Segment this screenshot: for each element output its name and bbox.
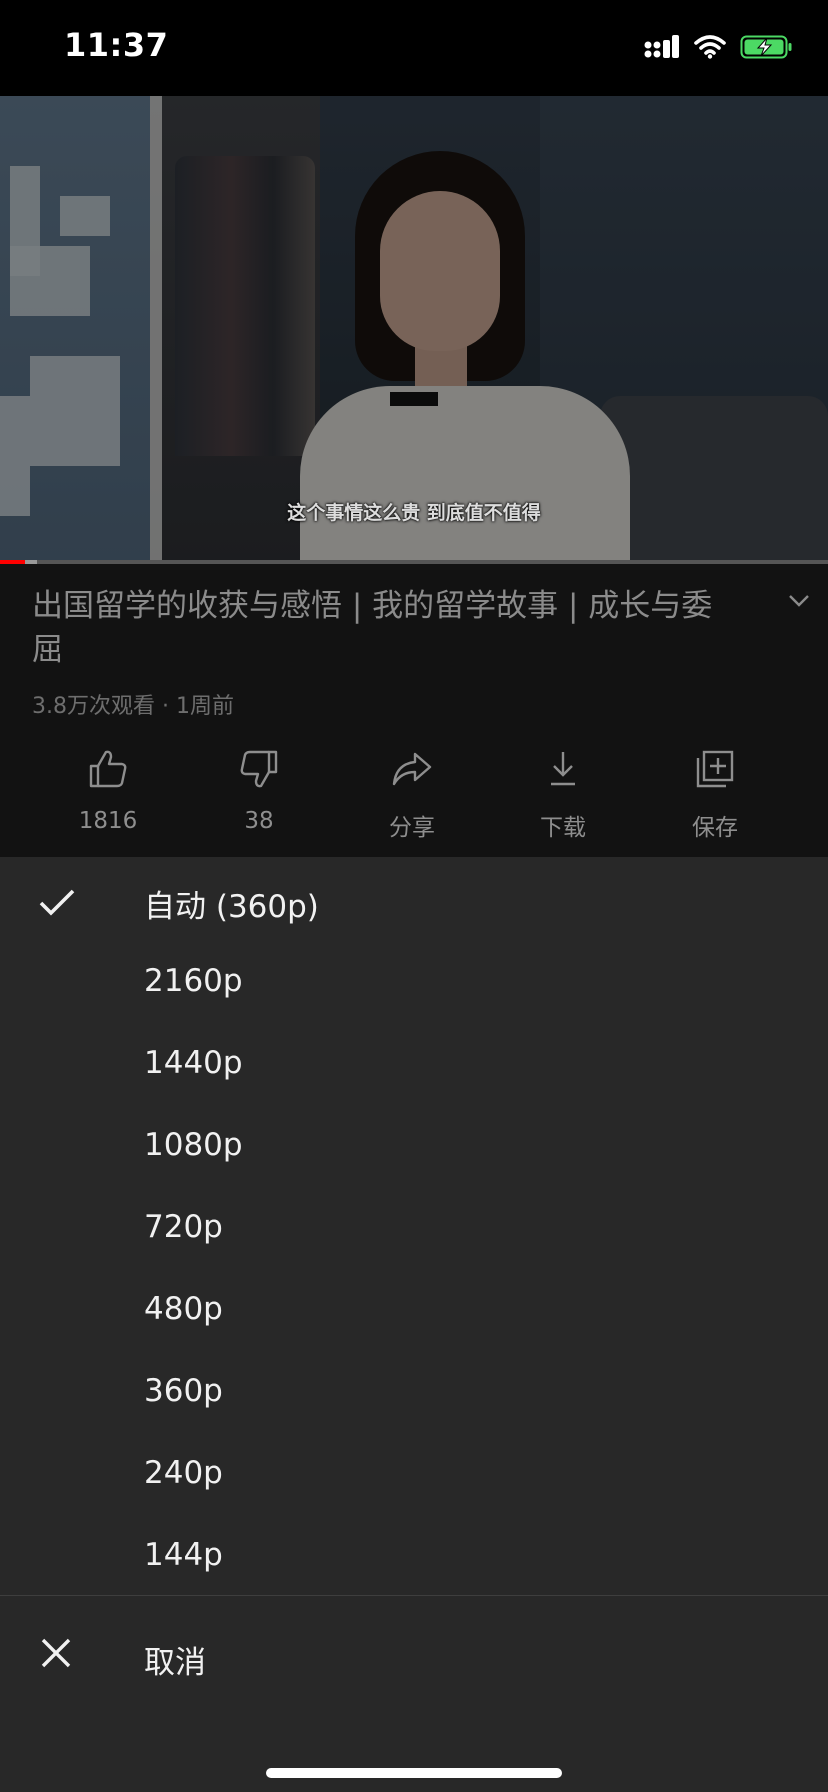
- download-button[interactable]: 下载: [503, 746, 623, 842]
- quality-option-label: 1440p: [144, 1045, 243, 1081]
- quality-option-label: 144p: [144, 1537, 223, 1573]
- quality-option-label: 1080p: [144, 1127, 243, 1163]
- dislike-count: 38: [244, 808, 274, 834]
- quality-option-480p[interactable]: 480p: [0, 1273, 828, 1355]
- action-bar: 1816 38 分享 下载 保存: [0, 746, 828, 846]
- share-button[interactable]: 分享: [352, 746, 472, 842]
- video-title[interactable]: 出国留学的收获与感悟 | 我的留学故事 | 成长与委屈: [32, 584, 732, 672]
- download-icon: [551, 752, 575, 786]
- cancel-button[interactable]: 取消: [0, 1607, 828, 1707]
- quality-option-1440p[interactable]: 1440p: [0, 1027, 828, 1109]
- status-icons: [644, 34, 794, 60]
- quality-option-144p[interactable]: 144p: [0, 1519, 828, 1601]
- quality-option-label: 2160p: [144, 963, 243, 999]
- checkmark-icon: [39, 889, 75, 916]
- quality-option-label: 480p: [144, 1291, 223, 1327]
- status-bar: 11:37: [0, 0, 828, 96]
- battery-charging-icon: [740, 35, 792, 59]
- cancel-label: 取消: [144, 1645, 206, 1681]
- screen: 11:37 这个事情这么贵 到底值不值得 出国留学的收获与感悟 | 我的留学故事…: [0, 0, 828, 1792]
- video-info-panel: 出国留学的收获与感悟 | 我的留学故事 | 成长与委屈 3.8万次观看 · 1周…: [0, 564, 828, 857]
- status-time: 11:37: [64, 26, 169, 64]
- share-icon: [392, 752, 432, 786]
- quality-option-240p[interactable]: 240p: [0, 1437, 828, 1519]
- quality-option-label: 360p: [144, 1373, 223, 1409]
- video-dim-overlay: [0, 96, 828, 562]
- quality-option-label: 240p: [144, 1455, 223, 1491]
- video-meta: 3.8万次观看 · 1周前: [32, 694, 234, 719]
- like-count: 1816: [78, 808, 138, 834]
- quality-option-360p[interactable]: 360p: [0, 1355, 828, 1437]
- quality-option-label: 720p: [144, 1209, 223, 1245]
- cellular-signal-icon: [644, 35, 679, 58]
- quality-bottom-sheet: 自动 (360p) 2160p 1440p 1080p 720p 480p 36…: [0, 857, 828, 1792]
- close-icon: [41, 1638, 71, 1668]
- home-indicator[interactable]: [266, 1768, 562, 1778]
- video-subtitle: 这个事情这么贵 到底值不值得: [287, 502, 541, 524]
- save-playlist-icon: [696, 750, 734, 788]
- quality-option-2160p[interactable]: 2160p: [0, 945, 828, 1027]
- quality-option-label: 自动 (360p): [144, 889, 319, 925]
- chevron-down-icon[interactable]: [788, 594, 810, 608]
- like-button[interactable]: 1816: [48, 746, 168, 834]
- quality-option-auto[interactable]: 自动 (360p): [0, 863, 828, 945]
- wifi-icon: [694, 35, 726, 59]
- download-label: 下载: [540, 815, 586, 841]
- video-player[interactable]: 这个事情这么贵 到底值不值得: [0, 96, 828, 562]
- sheet-divider: [0, 1595, 828, 1596]
- save-label: 保存: [692, 815, 738, 841]
- quality-option-1080p[interactable]: 1080p: [0, 1109, 828, 1191]
- thumb-up-icon: [89, 750, 127, 788]
- save-button[interactable]: 保存: [655, 746, 775, 842]
- thumb-down-icon: [240, 750, 278, 788]
- share-label: 分享: [389, 815, 435, 841]
- quality-option-720p[interactable]: 720p: [0, 1191, 828, 1273]
- dislike-button[interactable]: 38: [199, 746, 319, 834]
